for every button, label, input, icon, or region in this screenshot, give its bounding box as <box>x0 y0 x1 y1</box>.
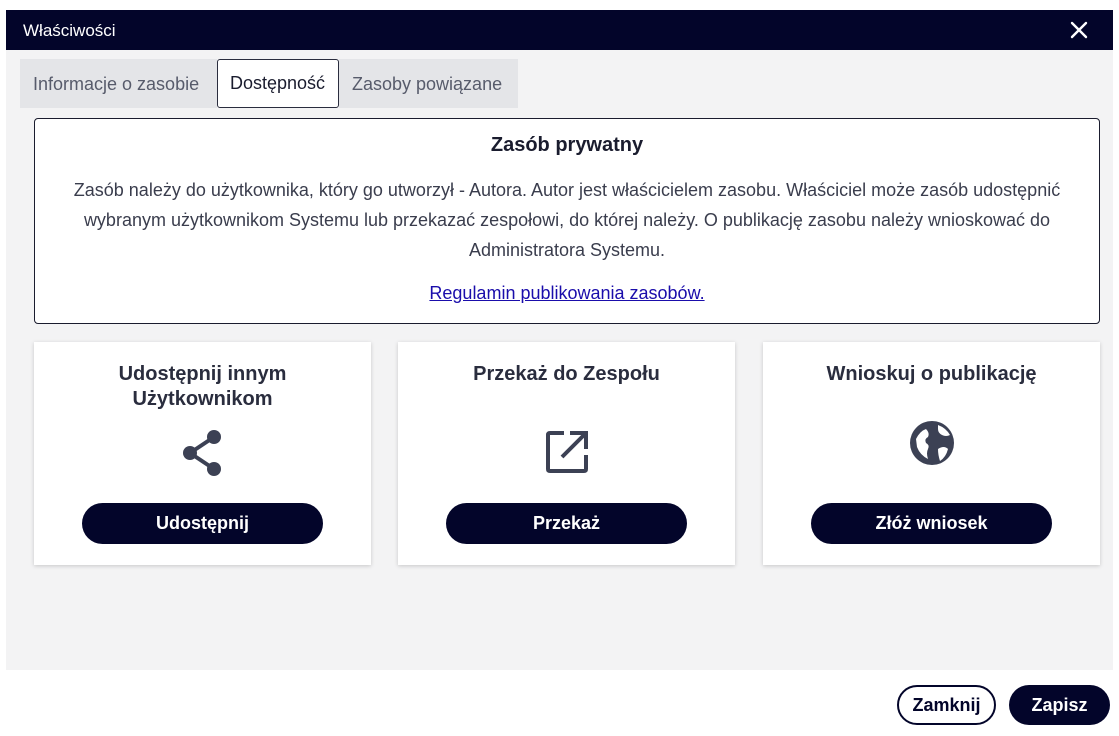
publish-request-card-title: Wnioskuj o publikację <box>826 363 1037 385</box>
publish-request-card: Wnioskuj o publikację Złóż wniosek <box>763 342 1100 565</box>
transfer-card-title: Przekaż do Zespołu <box>473 363 660 385</box>
save-button[interactable]: Zapisz <box>1009 685 1110 725</box>
tab-resource-info[interactable]: Informacje o zasobie <box>20 59 217 108</box>
dialog-titlebar: Właściwości <box>6 10 1113 50</box>
share-button[interactable]: Udostępnij <box>82 503 323 544</box>
globe-icon <box>909 421 954 465</box>
publishing-rules-link[interactable]: Regulamin publikowania zasobów. <box>429 283 704 304</box>
transfer-button[interactable]: Przekaż <box>446 503 687 544</box>
share-card: Udostępnij innym Użytkownikom Udostępnij <box>34 342 371 565</box>
properties-dialog: Właściwości Informacje o zasobie Dostępn… <box>6 10 1113 670</box>
tab-bar: Informacje o zasobie Dostępność Zasoby p… <box>20 59 518 108</box>
close-button[interactable]: Zamknij <box>897 685 996 725</box>
submit-request-button[interactable]: Złóż wniosek <box>811 503 1052 544</box>
dialog-title: Właściwości <box>23 21 116 40</box>
share-card-title: Udostępnij innym Użytkownikom <box>118 363 287 410</box>
share-icon <box>182 430 221 476</box>
tab-related-resources[interactable]: Zasoby powiązane <box>339 59 518 108</box>
transfer-card: Przekaż do Zespołu Przekaż <box>398 342 735 565</box>
infobox-description: Zasób należy do użytkownika, który go ut… <box>73 180 1061 260</box>
tab-availability[interactable]: Dostępność <box>217 59 339 108</box>
close-icon[interactable] <box>1067 18 1091 42</box>
infobox-heading: Zasób prywatny <box>490 134 644 156</box>
open-in-new-icon <box>545 431 588 473</box>
private-resource-infobox: Zasób prywatny Zasób należy do użytkowni… <box>34 118 1100 324</box>
